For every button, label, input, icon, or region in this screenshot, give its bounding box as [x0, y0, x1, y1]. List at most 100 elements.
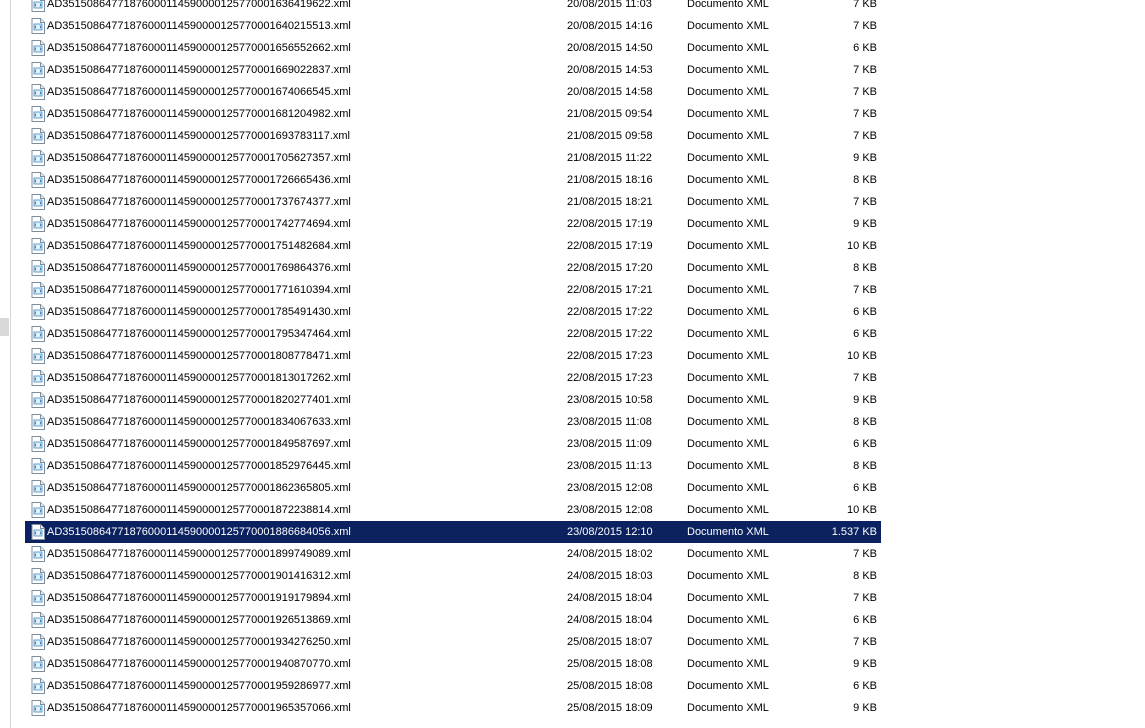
file-row[interactable]: AD35150864771876000114590000125770001808…	[25, 345, 881, 367]
file-size: 7 KB	[853, 130, 877, 142]
file-row[interactable]: AD35150864771876000114590000125770001656…	[25, 37, 881, 59]
file-row[interactable]: AD35150864771876000114590000125770001899…	[25, 543, 881, 565]
file-size: 7 KB	[853, 592, 877, 604]
file-size: 6 KB	[853, 438, 877, 450]
file-row[interactable]: AD35150864771876000114590000125770001681…	[25, 103, 881, 125]
file-name: AD35150864771876000114590000125770001886…	[47, 526, 351, 538]
file-name: AD35150864771876000114590000125770001862…	[47, 482, 351, 494]
file-modified-date: 21/08/2015 18:21	[567, 196, 653, 208]
xml-file-icon	[31, 546, 45, 562]
file-modified-date: 20/08/2015 14:53	[567, 64, 653, 76]
file-size: 7 KB	[853, 0, 877, 10]
file-type: Documento XML	[687, 152, 769, 164]
file-name: AD35150864771876000114590000125770001656…	[47, 42, 351, 54]
file-list[interactable]: AD35150864771876000114590000125770001636…	[25, 0, 885, 719]
file-name: AD35150864771876000114590000125770001852…	[47, 460, 351, 472]
xml-file-icon	[31, 568, 45, 584]
file-type: Documento XML	[687, 592, 769, 604]
navigation-pane	[0, 0, 11, 728]
file-row[interactable]: AD35150864771876000114590000125770001795…	[25, 323, 881, 345]
file-modified-date: 25/08/2015 18:08	[567, 658, 653, 670]
file-row[interactable]: AD35150864771876000114590000125770001771…	[25, 279, 881, 301]
file-type: Documento XML	[687, 460, 769, 472]
xml-file-icon	[31, 480, 45, 496]
file-size: 6 KB	[853, 328, 877, 340]
file-row[interactable]: AD35150864771876000114590000125770001965…	[25, 697, 881, 719]
file-row-selected[interactable]: AD35150864771876000114590000125770001886…	[25, 521, 881, 543]
file-row[interactable]: AD35150864771876000114590000125770001926…	[25, 609, 881, 631]
file-type: Documento XML	[687, 42, 769, 54]
file-row[interactable]: AD35150864771876000114590000125770001726…	[25, 169, 881, 191]
file-size: 9 KB	[853, 394, 877, 406]
file-row[interactable]: AD35150864771876000114590000125770001852…	[25, 455, 881, 477]
file-size: 8 KB	[853, 570, 877, 582]
file-name: AD35150864771876000114590000125770001926…	[47, 614, 351, 626]
file-modified-date: 22/08/2015 17:20	[567, 262, 653, 274]
file-modified-date: 23/08/2015 11:13	[567, 460, 652, 472]
file-row[interactable]: AD35150864771876000114590000125770001674…	[25, 81, 881, 103]
file-row[interactable]: AD35150864771876000114590000125770001820…	[25, 389, 881, 411]
file-size: 1.537 KB	[831, 526, 877, 538]
xml-file-icon	[31, 370, 45, 386]
file-modified-date: 22/08/2015 17:23	[567, 372, 653, 384]
file-row[interactable]: AD35150864771876000114590000125770001862…	[25, 477, 881, 499]
file-size: 10 KB	[847, 350, 877, 362]
file-size: 8 KB	[853, 262, 877, 274]
file-row[interactable]: AD35150864771876000114590000125770001769…	[25, 257, 881, 279]
file-name: AD35150864771876000114590000125770001640…	[47, 20, 351, 32]
xml-file-icon	[31, 194, 45, 210]
file-name: AD35150864771876000114590000125770001959…	[47, 680, 351, 692]
file-row[interactable]: AD35150864771876000114590000125770001872…	[25, 499, 881, 521]
xml-file-icon	[31, 238, 45, 254]
file-size: 6 KB	[853, 42, 877, 54]
file-type: Documento XML	[687, 328, 769, 340]
file-row[interactable]: AD35150864771876000114590000125770001640…	[25, 15, 881, 37]
file-type: Documento XML	[687, 130, 769, 142]
file-row[interactable]: AD35150864771876000114590000125770001834…	[25, 411, 881, 433]
file-row[interactable]: AD35150864771876000114590000125770001751…	[25, 235, 881, 257]
file-row[interactable]: AD35150864771876000114590000125770001849…	[25, 433, 881, 455]
file-size: 9 KB	[853, 152, 877, 164]
file-name: AD35150864771876000114590000125770001834…	[47, 416, 351, 428]
file-row[interactable]: AD35150864771876000114590000125770001636…	[25, 0, 881, 15]
file-row[interactable]: AD35150864771876000114590000125770001785…	[25, 301, 881, 323]
file-size: 8 KB	[853, 174, 877, 186]
file-type: Documento XML	[687, 482, 769, 494]
file-modified-date: 22/08/2015 17:21	[567, 284, 653, 296]
file-row[interactable]: AD35150864771876000114590000125770001705…	[25, 147, 881, 169]
file-modified-date: 23/08/2015 11:08	[567, 416, 652, 428]
file-type: Documento XML	[687, 394, 769, 406]
file-size: 7 KB	[853, 86, 877, 98]
file-row[interactable]: AD35150864771876000114590000125770001901…	[25, 565, 881, 587]
file-modified-date: 23/08/2015 12:08	[567, 482, 653, 494]
file-row[interactable]: AD35150864771876000114590000125770001934…	[25, 631, 881, 653]
file-row[interactable]: AD35150864771876000114590000125770001940…	[25, 653, 881, 675]
xml-file-icon	[31, 150, 45, 166]
xml-file-icon	[31, 40, 45, 56]
file-name: AD35150864771876000114590000125770001681…	[47, 108, 351, 120]
file-type: Documento XML	[687, 306, 769, 318]
file-row[interactable]: AD35150864771876000114590000125770001919…	[25, 587, 881, 609]
xml-file-icon	[31, 700, 45, 716]
file-row[interactable]: AD35150864771876000114590000125770001693…	[25, 125, 881, 147]
file-name: AD35150864771876000114590000125770001919…	[47, 592, 351, 604]
file-type: Documento XML	[687, 680, 769, 692]
navigation-pane-scroll-marker[interactable]	[0, 318, 9, 336]
file-name: AD35150864771876000114590000125770001751…	[47, 240, 351, 252]
file-row[interactable]: AD35150864771876000114590000125770001959…	[25, 675, 881, 697]
xml-file-icon	[31, 458, 45, 474]
file-type: Documento XML	[687, 240, 769, 252]
file-type: Documento XML	[687, 86, 769, 98]
file-row[interactable]: AD35150864771876000114590000125770001669…	[25, 59, 881, 81]
file-size: 6 KB	[853, 482, 877, 494]
file-modified-date: 21/08/2015 18:16	[567, 174, 653, 186]
file-name: AD35150864771876000114590000125770001901…	[47, 570, 351, 582]
file-row[interactable]: AD35150864771876000114590000125770001737…	[25, 191, 881, 213]
file-row[interactable]: AD35150864771876000114590000125770001813…	[25, 367, 881, 389]
xml-file-icon	[31, 282, 45, 298]
file-name: AD35150864771876000114590000125770001820…	[47, 394, 351, 406]
file-row[interactable]: AD35150864771876000114590000125770001742…	[25, 213, 881, 235]
file-name: AD35150864771876000114590000125770001693…	[47, 130, 350, 142]
file-modified-date: 24/08/2015 18:04	[567, 614, 653, 626]
file-size: 7 KB	[853, 284, 877, 296]
